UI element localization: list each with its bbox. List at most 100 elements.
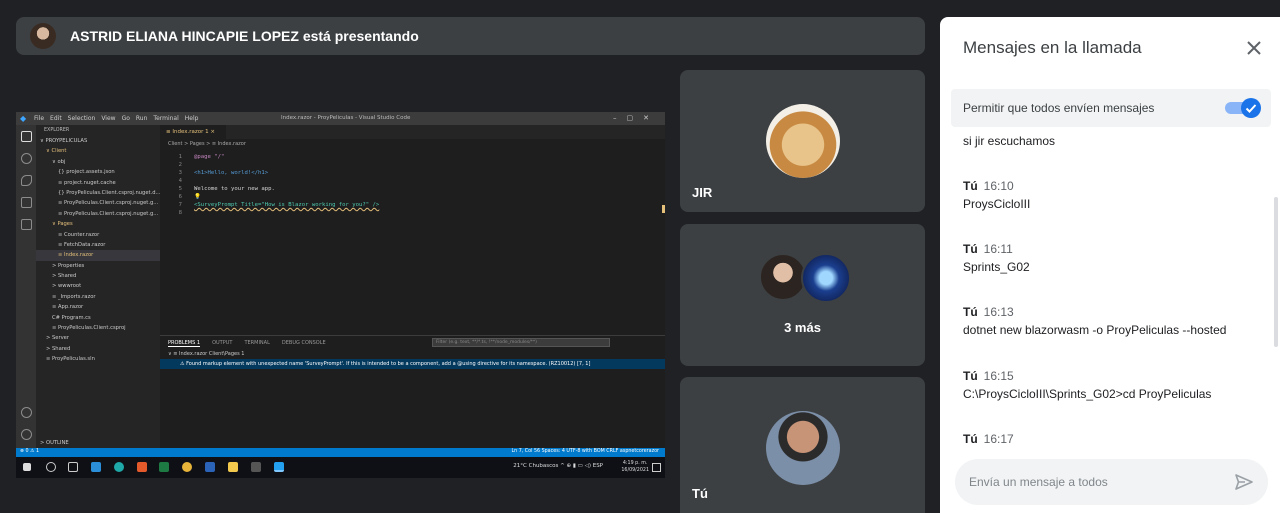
account-icon bbox=[21, 407, 32, 418]
participant-tile-more[interactable]: 3 más bbox=[680, 224, 925, 366]
problem-message-row: ⚠ Found markup element with unexpected n… bbox=[160, 359, 665, 369]
message-sender: Tú bbox=[963, 432, 978, 446]
code-line: 1 @page "/" bbox=[160, 153, 665, 161]
code-text: <SurveyPrompt Title="How is Blazor worki… bbox=[194, 202, 380, 208]
taskbar-time: 4:19 p. m. bbox=[622, 461, 648, 466]
vscode-window-title: Index.razor - ProyPeliculas - Visual Stu… bbox=[281, 115, 411, 121]
explorer-item: ≡ Counter.razor bbox=[58, 231, 100, 238]
close-icon bbox=[1247, 41, 1261, 55]
allow-messages-label: Permitir que todos envíen mensajes bbox=[963, 101, 1155, 115]
code-line: 5 Welcome to your new app. bbox=[160, 185, 665, 193]
message-time: 16:11 bbox=[983, 242, 1013, 256]
line-number: 6 bbox=[178, 194, 182, 200]
status-problems: ⊗ 0 ⚠ 1 bbox=[20, 449, 39, 454]
message-text: dotnet new blazorwasm -o ProyPeliculas -… bbox=[963, 323, 1227, 337]
code-text: Welcome to your new app. bbox=[194, 186, 275, 192]
vscode-menu-item: Terminal bbox=[153, 115, 179, 122]
explorer-item: ∨ PROYPELICULAS bbox=[40, 138, 88, 144]
panel-tab: PROBLEMS 1 bbox=[168, 340, 201, 347]
vscode-menu-item: Go bbox=[121, 115, 130, 122]
editor-scroll-marker bbox=[662, 205, 665, 213]
explorer-item: {} ProyPeliculas.Client.csproj.nuget.d..… bbox=[58, 189, 160, 196]
chat-scrollbar[interactable] bbox=[1274, 197, 1278, 347]
line-number: 4 bbox=[178, 178, 182, 184]
vscode-menu-item: View bbox=[101, 115, 116, 122]
message-text: Sprints_G02 bbox=[963, 260, 1030, 274]
presenter-bar: ASTRID ELIANA HINCAPIE LOPEZ está presen… bbox=[16, 17, 925, 55]
chat-message-input[interactable] bbox=[969, 471, 1229, 493]
code-line: 2 bbox=[160, 161, 665, 169]
editor-tab-index: ≡ Index.razor 1 × bbox=[160, 125, 226, 139]
message-time: 16:13 bbox=[983, 305, 1014, 319]
status-right: Ln 7, Col 56 Spaces: 4 UTF-8 with BOM CR… bbox=[511, 449, 659, 454]
check-icon bbox=[1245, 104, 1257, 113]
terminal-icon bbox=[251, 462, 261, 472]
presenter-label: ASTRID ELIANA HINCAPIE LOPEZ está presen… bbox=[70, 28, 419, 44]
explorer-item: > Shared bbox=[46, 345, 71, 352]
vscode-titlebar: ◆ File Edit Selection View Go Run Terminal Help… bbox=[16, 112, 665, 125]
explorer-item: ≡ FetchData.razor bbox=[58, 241, 106, 248]
taskbar-weather: 21°C Chubascos ^ ⊕ ▮ ▭ ◁) ESP bbox=[513, 463, 603, 469]
message-sender: Tú bbox=[963, 242, 978, 256]
taskbar-date: 16/09/2021 bbox=[621, 468, 649, 473]
explorer-item: ≡ _Imports.razor bbox=[52, 293, 96, 300]
chat-panel: Mensajes en la llamada Permitir que todo… bbox=[940, 17, 1280, 513]
vscode-logo-icon: ◆ bbox=[20, 114, 27, 123]
code-line: 8 bbox=[160, 209, 665, 217]
explorer-item: C# Program.cs bbox=[52, 314, 91, 321]
explorer-tree: ∨ PROYPELICULAS ∨ Client ∨ obj {} project.a… bbox=[36, 136, 160, 365]
send-message-button[interactable] bbox=[1233, 471, 1255, 493]
windows-start-icon bbox=[23, 463, 31, 471]
shared-screen: ◆ File Edit Selection View Go Run Terminal Help… bbox=[16, 112, 665, 478]
presenter-avatar bbox=[30, 23, 56, 49]
chat-message: Tú 16:10 ProysCicloIII bbox=[963, 179, 1030, 211]
vscode-explorer: EXPLORER ∨ PROYPELICULAS ∨ Client ∨ obj {} … bbox=[36, 125, 160, 448]
close-chat-button[interactable] bbox=[1243, 37, 1265, 59]
run-debug-icon bbox=[21, 197, 32, 208]
message-sender: Tú bbox=[963, 305, 978, 319]
send-icon bbox=[1235, 474, 1253, 490]
code-text: <h1>Hello, world!</h1> bbox=[194, 170, 269, 176]
files-icon bbox=[21, 131, 32, 142]
windows-taskbar: 21°C Chubascos ^ ⊕ ▮ ▭ ◁) ESP 4:19 p. m.… bbox=[16, 457, 665, 478]
participant-tile-self[interactable]: Tú bbox=[680, 377, 925, 513]
code-line: 6 💡 bbox=[160, 193, 665, 201]
code-line: 3 <h1>Hello, world!</h1> bbox=[160, 169, 665, 177]
participant-tile-jir[interactable]: JIR bbox=[680, 70, 925, 212]
vscode-menu-item: Selection bbox=[67, 115, 96, 122]
chat-message: Tú 16:17 bbox=[963, 432, 1014, 449]
explorer-item: ≡ ProyPeliculas.Client.csproj.nuget.g... bbox=[58, 210, 159, 217]
avatar-self bbox=[766, 411, 840, 485]
panel-tab: OUTPUT bbox=[212, 340, 233, 346]
participant-name: JIR bbox=[692, 185, 713, 200]
office-icon bbox=[137, 462, 147, 472]
allow-messages-toggle[interactable] bbox=[1225, 98, 1261, 118]
mail-icon bbox=[205, 462, 215, 472]
vscode-window-controls: –▢✕ bbox=[613, 114, 659, 122]
line-number: 5 bbox=[178, 186, 182, 192]
explorer-item: ∨ Pages bbox=[52, 221, 73, 228]
explorer-header: EXPLORER bbox=[44, 128, 70, 133]
file-explorer-icon bbox=[228, 462, 238, 472]
taskbar-clock: 4:19 p. m. 16/09/2021 bbox=[621, 460, 649, 474]
explorer-item: > Server bbox=[46, 335, 70, 342]
task-view-icon bbox=[68, 462, 78, 472]
vscode-activity-bar bbox=[16, 125, 36, 448]
edge-icon bbox=[114, 462, 124, 472]
line-number: 8 bbox=[178, 210, 182, 216]
vscode-menu-item: File bbox=[34, 115, 45, 122]
vscode-menu-item: Run bbox=[135, 115, 148, 122]
vscode-problems-panel: PROBLEMS 1 OUTPUT TERMINAL DEBUG CONSOLE Fi… bbox=[160, 335, 665, 448]
toggle-knob bbox=[1241, 98, 1261, 118]
line-number: 2 bbox=[178, 162, 182, 168]
panel-tab: DEBUG CONSOLE bbox=[281, 340, 326, 346]
line-number: 3 bbox=[178, 170, 182, 176]
problem-file-row: ∨ ≡ Index.razor Client\Pages 1 bbox=[168, 351, 245, 357]
explorer-item: ≡ project.nuget.cache bbox=[58, 179, 116, 186]
settings-gear-icon bbox=[21, 429, 32, 440]
code-area: 1 @page "/" 2 3 <h1>Hello, world!</h1> 4 5 Welc… bbox=[160, 153, 665, 217]
allow-messages-row: Permitir que todos envíen mensajes bbox=[951, 89, 1271, 127]
store-icon bbox=[91, 462, 101, 472]
chat-input-box bbox=[955, 459, 1268, 505]
vscode-editor: ≡ Index.razor 1 × Client > Pages > ≡ Ind… bbox=[160, 125, 665, 335]
